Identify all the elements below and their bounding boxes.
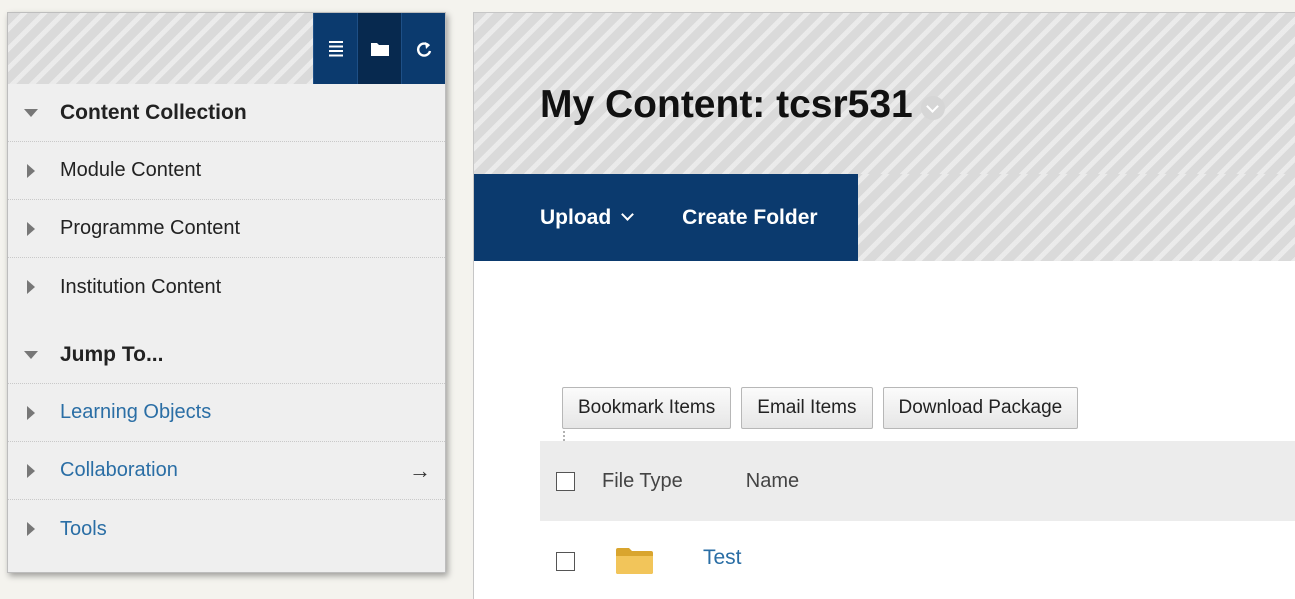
refresh-icon [416, 41, 431, 57]
bookmark-items-button[interactable]: Bookmark Items [562, 387, 732, 429]
page-title: My Content: tcsr531 [540, 83, 945, 127]
menu-toolbar [313, 13, 445, 84]
page-title-text: My Content: tcsr531 [540, 83, 913, 126]
menu-item-label: Collaboration [60, 459, 178, 481]
menu-item-programme-content[interactable]: Programme Content [8, 200, 445, 258]
folder-icon [615, 546, 655, 576]
collapse-triangle-icon [24, 108, 60, 117]
action-bar: Upload Create Folder [474, 174, 1295, 261]
menu-item-label: Learning Objects [60, 401, 212, 423]
email-items-button[interactable]: Email Items [741, 387, 873, 429]
expand-triangle-icon [24, 280, 60, 294]
list-icon [328, 40, 343, 56]
expand-triangle-icon [24, 163, 60, 178]
menu-item-label: Module Content [60, 159, 202, 181]
menu-item-institution-content[interactable]: Institution Content [8, 258, 445, 316]
chevron-down-icon[interactable] [920, 96, 945, 120]
action-buttons: Upload Create Folder [474, 174, 858, 261]
menu-item-learning-objects[interactable]: Learning Objects [8, 384, 445, 442]
table-row: Test [540, 521, 1295, 599]
refresh-button[interactable] [401, 13, 445, 84]
main-content: My Content: tcsr531 Upload Create Folder… [473, 12, 1295, 599]
menu-item-tools[interactable]: Tools [8, 500, 445, 558]
upload-button[interactable]: Upload [540, 205, 635, 230]
list-view-button[interactable] [313, 13, 357, 84]
column-header-file-type[interactable]: File Type [602, 470, 683, 493]
create-folder-button[interactable]: Create Folder [682, 206, 817, 230]
chevron-down-icon [621, 208, 635, 221]
expand-triangle-icon [24, 405, 60, 420]
menu-item-label: Programme Content [60, 217, 241, 239]
expand-triangle-icon [24, 221, 60, 236]
section-label: Content Collection [60, 100, 247, 124]
select-all-checkbox[interactable] [556, 471, 575, 491]
collapse-triangle-icon [24, 350, 60, 359]
upload-label: Upload [540, 205, 612, 229]
section-content-collection[interactable]: Content Collection [8, 84, 445, 142]
folder-view-button[interactable] [357, 13, 401, 84]
section-label: Jump To... [60, 342, 164, 366]
content-collection-menu: Content Collection Module Content Progra… [7, 12, 446, 573]
menu-item-label: Institution Content [60, 275, 222, 298]
menu-item-label: Tools [60, 517, 107, 540]
title-bar: My Content: tcsr531 [474, 13, 1295, 174]
bulk-actions-bar: Bookmark Items Email Items Download Pack… [562, 387, 1088, 429]
row-name-link[interactable]: Test [703, 546, 742, 570]
row-checkbox[interactable] [556, 551, 575, 571]
folder-icon [370, 42, 389, 56]
column-header-name[interactable]: Name [746, 470, 799, 493]
create-folder-label: Create Folder [682, 205, 818, 229]
expand-triangle-icon [24, 522, 60, 536]
section-jump-to[interactable]: Jump To... [8, 316, 445, 384]
arrow-right-icon: → [409, 457, 431, 483]
expand-triangle-icon [24, 463, 60, 478]
download-package-button[interactable]: Download Package [882, 387, 1079, 429]
menu-item-collaboration[interactable]: Collaboration → [8, 442, 445, 500]
menu-item-module-content[interactable]: Module Content [8, 142, 445, 200]
menu-panel-header [8, 13, 445, 84]
table-header: File Type Name [540, 441, 1295, 521]
